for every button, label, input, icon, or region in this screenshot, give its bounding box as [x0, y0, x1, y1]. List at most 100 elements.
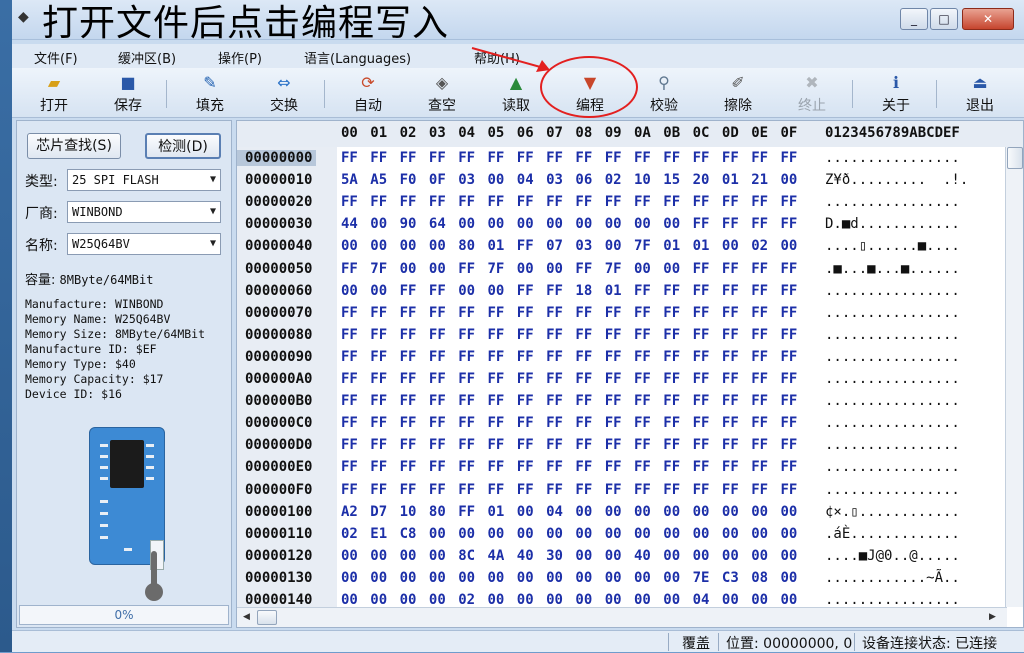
ascii-text[interactable]: ................: [825, 437, 960, 453]
hex-byte[interactable]: FF: [605, 194, 622, 210]
hex-byte[interactable]: 07: [546, 238, 563, 254]
hex-byte[interactable]: FF: [341, 150, 358, 166]
hex-byte[interactable]: FF: [634, 371, 651, 387]
hex-byte[interactable]: 02: [341, 526, 358, 542]
hex-byte[interactable]: FF: [546, 150, 563, 166]
hex-byte[interactable]: FF: [781, 327, 798, 343]
hex-byte[interactable]: FF: [488, 393, 505, 409]
hex-byte[interactable]: C8: [400, 526, 417, 542]
hex-byte[interactable]: FF: [575, 305, 592, 321]
hex-byte[interactable]: C3: [722, 570, 739, 586]
minimize-button[interactable]: _: [900, 8, 928, 30]
hex-byte[interactable]: FF: [575, 327, 592, 343]
ascii-text[interactable]: ............~Ã..: [825, 570, 960, 586]
hex-byte[interactable]: 21: [751, 172, 768, 188]
hex-byte[interactable]: FF: [605, 371, 622, 387]
hex-byte[interactable]: 00: [575, 216, 592, 232]
hex-byte[interactable]: E1: [370, 526, 387, 542]
hex-byte[interactable]: FF: [575, 437, 592, 453]
hex-byte[interactable]: FF: [429, 305, 446, 321]
ascii-text[interactable]: ................: [825, 393, 960, 409]
hex-byte[interactable]: 00: [370, 216, 387, 232]
hex-byte[interactable]: FF: [575, 261, 592, 277]
hex-byte[interactable]: 00: [781, 548, 798, 564]
hex-byte[interactable]: FF: [634, 393, 651, 409]
hex-byte[interactable]: FF: [722, 261, 739, 277]
hex-byte[interactable]: FF: [341, 327, 358, 343]
hex-byte[interactable]: 00: [458, 216, 475, 232]
hex-byte[interactable]: FF: [400, 415, 417, 431]
fill-button[interactable]: ✎ 填充: [182, 70, 238, 116]
hex-byte[interactable]: FF: [458, 415, 475, 431]
find-chip-button[interactable]: 芯片查找(S): [27, 133, 121, 159]
hex-byte[interactable]: FF: [400, 150, 417, 166]
hex-byte[interactable]: 00: [634, 261, 651, 277]
hex-byte[interactable]: FF: [663, 393, 680, 409]
hex-byte[interactable]: FF: [429, 459, 446, 475]
ascii-text[interactable]: ................: [825, 150, 960, 166]
ascii-text[interactable]: ................: [825, 194, 960, 210]
type-select[interactable]: 25 SPI FLASH ▼: [67, 169, 221, 191]
hex-byte[interactable]: FF: [341, 459, 358, 475]
hex-byte[interactable]: FF: [693, 150, 710, 166]
hex-byte[interactable]: FF: [663, 482, 680, 498]
auto-button[interactable]: ⟳ 自动: [340, 70, 396, 116]
hex-byte[interactable]: 00: [663, 216, 680, 232]
hex-byte[interactable]: FF: [458, 327, 475, 343]
hex-byte[interactable]: 02: [458, 592, 475, 608]
hex-byte[interactable]: FF: [722, 371, 739, 387]
ascii-text[interactable]: .■...■...■......: [825, 261, 960, 277]
hex-byte[interactable]: 00: [575, 504, 592, 520]
hex-byte[interactable]: FF: [400, 327, 417, 343]
hex-byte[interactable]: 00: [517, 261, 534, 277]
maximize-button[interactable]: □: [930, 8, 958, 30]
hex-byte[interactable]: FF: [429, 349, 446, 365]
hex-byte[interactable]: FF: [458, 349, 475, 365]
hex-byte[interactable]: 01: [488, 238, 505, 254]
hex-byte[interactable]: 10: [400, 504, 417, 520]
hex-byte[interactable]: 00: [546, 526, 563, 542]
hex-byte[interactable]: 18: [575, 283, 592, 299]
hex-byte[interactable]: 00: [546, 592, 563, 608]
hex-byte[interactable]: FF: [517, 327, 534, 343]
menu-operation[interactable]: 操作(P): [218, 48, 262, 67]
hex-byte[interactable]: 00: [693, 548, 710, 564]
vertical-scroll-thumb[interactable]: [1007, 147, 1023, 169]
hex-byte[interactable]: FF: [458, 261, 475, 277]
hex-byte[interactable]: 00: [663, 570, 680, 586]
ascii-text[interactable]: ................: [825, 415, 960, 431]
hex-byte[interactable]: 00: [400, 570, 417, 586]
hex-byte[interactable]: 00: [605, 548, 622, 564]
hex-byte[interactable]: FF: [488, 482, 505, 498]
hex-byte[interactable]: FF: [693, 261, 710, 277]
hex-byte[interactable]: 00: [781, 570, 798, 586]
hex-byte[interactable]: 00: [488, 216, 505, 232]
hex-byte[interactable]: 00: [634, 592, 651, 608]
hex-byte[interactable]: FF: [605, 437, 622, 453]
hex-byte[interactable]: FF: [575, 415, 592, 431]
hex-byte[interactable]: 01: [663, 238, 680, 254]
hex-byte[interactable]: FF: [663, 194, 680, 210]
hex-byte[interactable]: 00: [605, 216, 622, 232]
hex-byte[interactable]: FF: [663, 437, 680, 453]
hex-byte[interactable]: FF: [575, 349, 592, 365]
hex-byte[interactable]: FF: [575, 459, 592, 475]
hex-byte[interactable]: FF: [370, 349, 387, 365]
hex-byte[interactable]: FF: [458, 393, 475, 409]
hex-byte[interactable]: 4A: [488, 548, 505, 564]
blank-check-button[interactable]: ◈ 查空: [414, 70, 470, 116]
hex-byte[interactable]: FF: [781, 371, 798, 387]
hex-byte[interactable]: 00: [458, 283, 475, 299]
hex-byte[interactable]: FF: [634, 305, 651, 321]
hex-byte[interactable]: FF: [400, 371, 417, 387]
about-button[interactable]: ℹ 关于: [868, 70, 924, 116]
hex-byte[interactable]: 7F: [488, 261, 505, 277]
hex-byte[interactable]: FF: [429, 482, 446, 498]
hex-byte[interactable]: 00: [341, 238, 358, 254]
hex-byte[interactable]: FF: [693, 393, 710, 409]
hex-byte[interactable]: 00: [781, 172, 798, 188]
hex-byte[interactable]: F0: [400, 172, 417, 188]
hex-byte[interactable]: FF: [722, 194, 739, 210]
hex-byte[interactable]: FF: [781, 437, 798, 453]
hex-byte[interactable]: 00: [429, 238, 446, 254]
